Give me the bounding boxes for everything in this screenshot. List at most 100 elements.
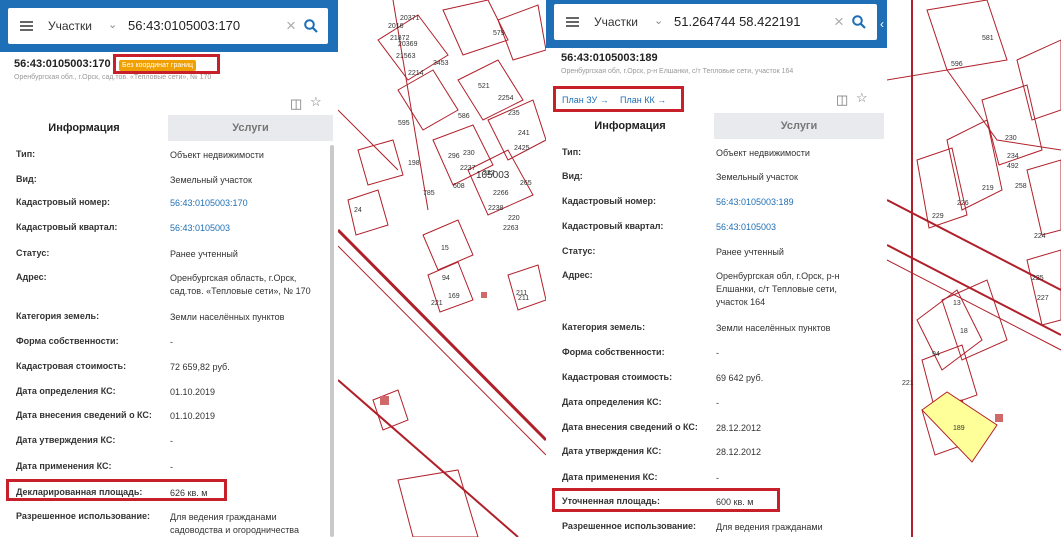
tab-services[interactable]: Услуги <box>168 115 333 141</box>
parcel-number-label: 225 <box>1032 275 1044 282</box>
cadastral-number-link[interactable]: 56:43:0105003:189 <box>716 196 866 209</box>
tab-info[interactable]: Информация <box>0 115 168 141</box>
map-left[interactable]: 579 20371 2016 21872 21563 20369 2214 3453 586 52… <box>338 0 546 537</box>
cadastral-number-link[interactable]: 56:43:0105003:170 <box>170 197 320 210</box>
attr-value: Ранее учтенный <box>716 247 784 257</box>
parcel-number-label: 189 <box>953 425 965 432</box>
search-icon[interactable] <box>304 19 318 33</box>
parcel-number-label: 224 <box>1034 233 1046 240</box>
search-input[interactable]: 56:43:0105003:170 <box>128 18 240 33</box>
address-line: Оренбургская обл, г.Орск, р-н Елшанки, с… <box>561 68 794 75</box>
attr-label: Дата применения КС: <box>16 461 112 471</box>
chevron-down-icon[interactable]: ⌄ <box>654 14 663 27</box>
attr-label: Кадастровый номер: <box>562 196 656 206</box>
search-icon[interactable] <box>852 15 866 29</box>
parcel-number-label: 596 <box>951 61 963 68</box>
parcel-number-label: 2266 <box>493 190 509 197</box>
menu-icon[interactable] <box>566 17 579 27</box>
highlight-declared-area <box>6 479 227 501</box>
attr-label: Кадастровый номер: <box>16 197 110 207</box>
attr-label: Тип: <box>16 149 36 159</box>
parcel-number-label: 265 <box>520 180 532 187</box>
search-bar-right: Участки ⌄ 51.264744 58.422191 × <box>546 0 887 48</box>
clear-icon[interactable]: × <box>286 17 296 34</box>
cadastral-quarter-link[interactable]: 56:43:0105003 <box>716 221 866 234</box>
info-panel-right: Участки ⌄ 51.264744 58.422191 × ‹ 56:43:… <box>546 0 887 537</box>
parcel-number-label: 3453 <box>433 60 449 67</box>
clear-icon[interactable]: × <box>834 13 844 30</box>
cadastral-title: 56:43:0105003:189 <box>561 52 658 64</box>
attr-label: Кадастровая стоимость: <box>16 361 127 371</box>
search-input[interactable]: 51.264744 58.422191 <box>674 14 801 29</box>
parcel-number-label: 579 <box>493 30 505 37</box>
attr-value: - <box>170 436 173 446</box>
search-box: Участки ⌄ 51.264744 58.422191 × <box>554 4 877 40</box>
attr-label: Вид: <box>16 174 37 184</box>
zoom-to-icon[interactable]: ◫ <box>836 92 848 108</box>
attr-value: 01.10.2019 <box>170 387 216 397</box>
parcel-number-label: 219 <box>982 185 994 192</box>
menu-icon[interactable] <box>20 21 33 31</box>
parcel-number-label: 2016 <box>388 23 404 30</box>
layer-select[interactable]: Участки <box>594 15 638 29</box>
tab-info[interactable]: Информация <box>546 113 714 139</box>
tab-services[interactable]: Услуги <box>714 113 884 139</box>
parcel-number-label: 492 <box>1007 163 1019 170</box>
attr-value: - <box>170 337 173 347</box>
attr-label: Дата утверждения КС: <box>16 435 116 445</box>
parcel-number-label: 221 <box>902 380 914 387</box>
attr-label: Дата определения КС: <box>562 397 662 407</box>
highlight-specified-area <box>552 488 780 512</box>
zoom-to-icon[interactable]: ◫ <box>290 96 302 112</box>
attr-label: Вид: <box>562 171 583 181</box>
search-bar-left: Участки ⌄ 56:43:0105003:170 × <box>0 0 338 52</box>
attr-value: Земельный участок <box>170 175 252 185</box>
attr-value: - <box>716 473 719 483</box>
attr-label: Форма собственности: <box>562 347 665 357</box>
parcel-number-label: 586 <box>458 113 470 120</box>
favorite-star-icon[interactable]: ☆ <box>310 94 322 110</box>
attr-value: Для ведения гражданами садоводства и ого… <box>170 512 299 535</box>
attr-label: Категория земель: <box>16 311 100 321</box>
layer-select[interactable]: Участки <box>48 19 92 33</box>
parcel-number-label: 2425 <box>514 145 530 152</box>
favorite-star-icon[interactable]: ☆ <box>856 90 868 106</box>
parcel-number-label: 198 <box>408 160 420 167</box>
parcel-number-label: 227 <box>1037 295 1049 302</box>
parcel-number-label: 296 <box>448 153 460 160</box>
attr-value: Земли населённых пунктов <box>716 323 831 333</box>
attr-value: Ранее учтенный <box>170 249 238 259</box>
parcel-number-label: 229 <box>932 213 944 220</box>
attr-value: 01.10.2019 <box>170 411 216 421</box>
parcel-number-label: 2254 <box>498 95 514 102</box>
parcel-number-label: 169 <box>448 293 460 300</box>
attr-value: - <box>170 462 173 472</box>
attr-value: 28.12.2012 <box>716 447 762 457</box>
attr-label: Дата утверждения КС: <box>562 446 662 456</box>
parcel-number-label: 2238 <box>488 205 504 212</box>
attr-label: Дата внесения сведений о КС: <box>16 410 152 420</box>
parcel-number-label: 15 <box>441 245 449 252</box>
info-panel-left: Участки ⌄ 56:43:0105003:170 × ‹ 56:43:01… <box>0 0 338 537</box>
map-right-canvas[interactable]: 581 596 229 230 234 492 258 219 226 224 225 227 13 18… <box>887 0 1061 537</box>
parcel-number-label: 105003 <box>476 170 510 181</box>
parcel-number-label: 595 <box>398 120 410 127</box>
map-left-canvas[interactable]: 5792037120162187221563203692214345358652… <box>338 0 546 537</box>
scrollbar[interactable] <box>330 145 334 537</box>
chevron-down-icon[interactable]: ⌄ <box>108 18 117 31</box>
parcel-number-label: 211 <box>518 295 529 302</box>
attr-label: Категория земель: <box>562 322 646 332</box>
parcel-number-label: 20371 <box>400 15 420 22</box>
parcel-number-label: 94 <box>442 275 450 282</box>
parcel-number-label: 581 <box>982 35 994 42</box>
collapse-panel-button[interactable]: ‹ <box>877 0 887 48</box>
attr-label: Адрес: <box>16 272 47 282</box>
parcel-number-label: 230 <box>1005 135 1017 142</box>
attr-value: Земли населённых пунктов <box>170 312 285 322</box>
map-right[interactable]: 581 596 229 230 234 492 258 219 226 224 225 227 13 18… <box>887 0 1061 537</box>
parcel-number-label: 785 <box>423 190 435 197</box>
tab-bar: Информация Услуги <box>0 115 333 141</box>
attr-label: Кадастровая стоимость: <box>562 372 673 382</box>
cadastral-quarter-link[interactable]: 56:43:0105003 <box>170 222 320 235</box>
attr-value: 28.12.2012 <box>716 423 762 433</box>
